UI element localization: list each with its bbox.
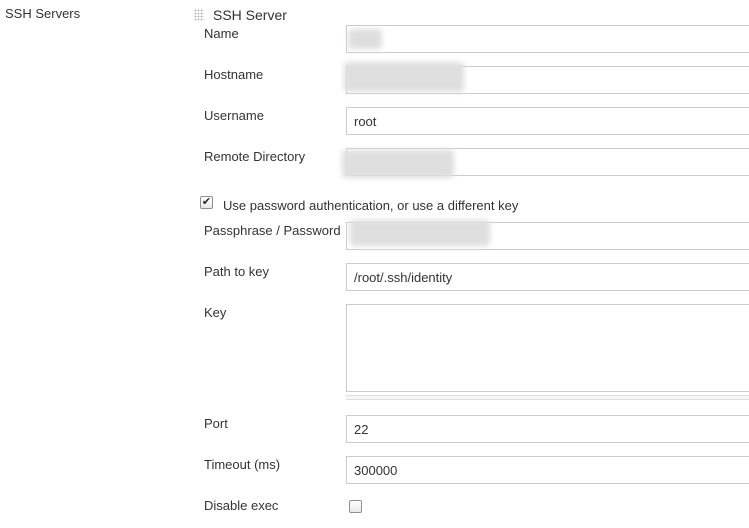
port-input[interactable] [346,415,749,443]
passphrase-label: Passphrase / Password [204,223,341,238]
ssh-server-title: SSH Server [213,7,287,23]
timeout-label: Timeout (ms) [204,457,281,472]
redacted-name [348,29,382,49]
remote-directory-label: Remote Directory [204,149,306,164]
checkmark-icon: ✔ [201,196,212,208]
use-password-label: Use password authentication, or use a di… [223,198,519,213]
disable-exec-label: Disable exec [204,498,279,513]
path-to-key-input[interactable] [346,263,749,291]
key-textarea[interactable] [346,304,749,392]
name-label: Name [204,26,239,41]
username-label: Username [204,108,264,123]
redacted-passphrase [350,220,490,246]
username-input[interactable] [346,107,749,135]
key-label: Key [204,305,227,320]
textarea-resize-handle[interactable] [346,395,749,400]
port-label: Port [204,416,228,431]
redacted-remote-directory [342,150,454,178]
use-password-checkbox[interactable]: ✔ [200,196,213,209]
hostname-label: Hostname [204,67,264,82]
drag-handle-icon[interactable] [194,9,204,21]
section-label-ssh-servers: SSH Servers [5,6,81,21]
redacted-hostname [344,62,464,92]
disable-exec-checkbox[interactable] [349,500,362,513]
path-to-key-label: Path to key [204,264,270,279]
timeout-input[interactable] [346,456,749,484]
name-input[interactable] [346,25,749,53]
